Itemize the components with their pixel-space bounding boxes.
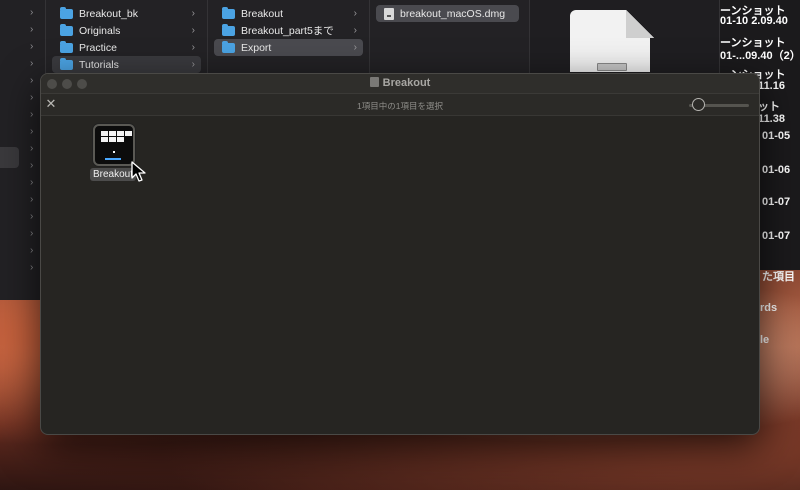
desktop-label[interactable]: 01-07 [762, 196, 790, 208]
chevron-right-icon: › [353, 25, 357, 36]
desktop-label[interactable]: た項目 [762, 268, 795, 284]
chevron-right-icon: › [353, 42, 357, 53]
quicklook-window: Breakout ✕ 1項目中の1項目を選択 Breakout [40, 73, 760, 435]
ball [113, 151, 115, 153]
chevron-right-icon[interactable]: › [30, 191, 33, 208]
finder-row-label: Export [241, 41, 272, 54]
disk-image-icon [597, 63, 627, 71]
chevron-right-icon: › [353, 8, 357, 19]
finder-row-practice[interactable]: Practice › [52, 39, 201, 56]
folder-icon [60, 23, 73, 36]
sidebar-selection[interactable] [0, 147, 19, 168]
folder-icon [60, 40, 73, 53]
page-fold-icon [626, 10, 654, 38]
app-label[interactable]: Breakout [90, 168, 137, 181]
disk-image-icon [369, 77, 379, 87]
folder-icon [222, 40, 235, 53]
chevron-right-icon[interactable]: › [30, 225, 33, 242]
folder-icon [222, 6, 235, 19]
chevron-right-icon[interactable]: › [30, 38, 33, 55]
folder-icon [60, 57, 73, 70]
finder-row-originals[interactable]: Originals › [52, 22, 201, 39]
zoom-slider-knob[interactable] [692, 98, 705, 111]
finder-row-label: Breakout_bk [79, 7, 138, 20]
chevron-right-icon[interactable]: › [30, 174, 33, 191]
chevron-right-icon[interactable]: › [30, 55, 33, 72]
brick-row [101, 137, 132, 142]
chevron-right-icon[interactable]: › [30, 21, 33, 38]
chevron-right-icon[interactable]: › [30, 4, 33, 21]
chevron-right-icon[interactable]: › [30, 208, 33, 225]
desktop-label[interactable]: 01-10 2.09.40 [720, 15, 788, 27]
finder-row-breakout-bk[interactable]: Breakout_bk › [52, 5, 201, 22]
chevron-right-icon: › [191, 8, 195, 19]
desktop-label[interactable]: 01-...09.40（2） [720, 47, 800, 63]
desktop-label[interactable]: le [760, 334, 769, 346]
brick-row [101, 131, 132, 136]
desktop-label[interactable]: ット [758, 98, 780, 114]
chevron-right-icon[interactable]: › [30, 89, 33, 106]
dmg-file-icon [384, 7, 394, 20]
chevron-right-icon[interactable]: › [30, 242, 33, 259]
desktop-label[interactable]: 01-07 [762, 230, 790, 242]
desktop-label[interactable]: 01-05 [762, 130, 790, 142]
folder-icon [60, 6, 73, 19]
finder-row-tutorials[interactable]: Tutorials › [52, 56, 201, 73]
app-icon[interactable] [93, 124, 135, 166]
desktop-label[interactable]: rds [760, 302, 777, 314]
finder-row-label: Breakout_part5まで [241, 25, 334, 37]
chevron-right-icon[interactable]: › [30, 259, 33, 276]
finder-row-breakout-part5[interactable]: Breakout_part5まで › [214, 22, 363, 39]
finder-row-export[interactable]: Export › [214, 39, 363, 56]
chevron-right-icon: › [191, 59, 195, 70]
chevron-right-icon[interactable]: › [30, 140, 33, 157]
quicklook-titlebar[interactable]: Breakout [41, 74, 759, 94]
selection-status: 1項目中の1項目を選択 [357, 101, 443, 111]
desktop-label[interactable]: 01-06 [762, 164, 790, 176]
chevron-right-icon[interactable]: › [30, 157, 33, 174]
chevron-right-icon[interactable]: › [30, 123, 33, 140]
finder-row-label: Practice [79, 41, 117, 54]
window-title-text: Breakout [382, 77, 431, 89]
folder-icon [222, 23, 235, 36]
finder-row-label: Tutorials [79, 58, 119, 71]
sidebar-chevrons: › › › › › › › › › › › › › › › › [30, 4, 33, 276]
paddle [105, 158, 121, 160]
chevron-right-icon: › [191, 42, 195, 53]
quicklook-toolbar: ✕ 1項目中の1項目を選択 [41, 94, 759, 116]
chevron-right-icon[interactable]: › [30, 72, 33, 89]
chevron-right-icon: › [191, 25, 195, 36]
finder-row-label: Originals [79, 24, 121, 37]
finder-row-dmg[interactable]: breakout_macOS.dmg [376, 5, 519, 22]
pointer-cursor-icon [131, 161, 146, 182]
window-title: Breakout [41, 77, 759, 89]
finder-row-breakout[interactable]: Breakout › [214, 5, 363, 22]
chevron-right-icon[interactable]: › [30, 106, 33, 123]
finder-row-label: breakout_macOS.dmg [400, 7, 506, 20]
finder-row-label: Breakout [241, 7, 284, 20]
